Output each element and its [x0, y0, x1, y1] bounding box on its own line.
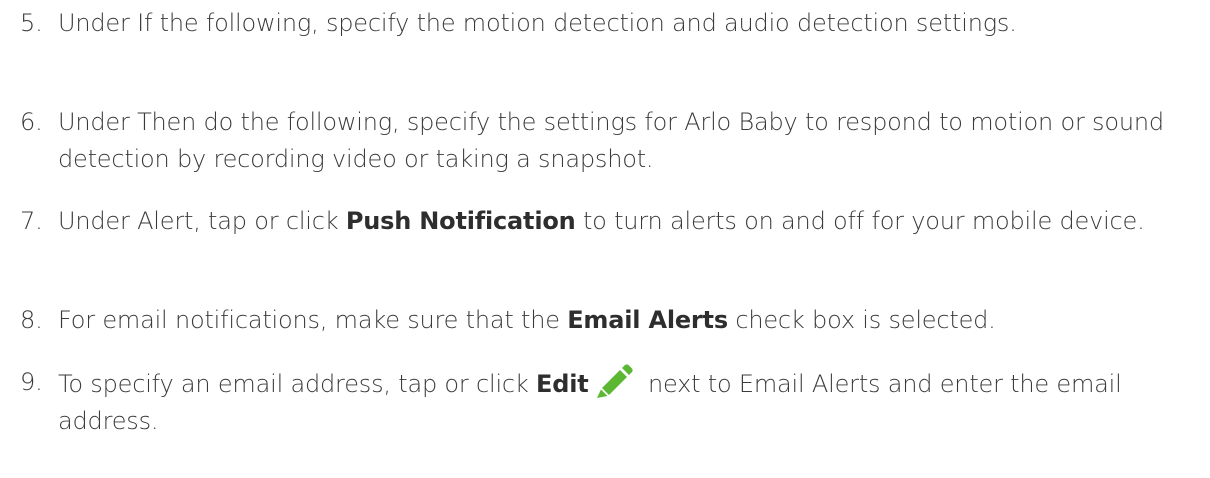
- pencil-icon: [593, 364, 635, 398]
- step-text: Under Alert, tap or click Push Notificat…: [58, 203, 1200, 240]
- step-number: 7.: [20, 207, 43, 235]
- step-text: To specify an email address, tap or clic…: [58, 364, 1200, 440]
- list-item: 9. To specify an email address, tap or c…: [20, 364, 1200, 440]
- step-text: Under If the following, specify the moti…: [58, 9, 1017, 37]
- step-text-before: To specify an email address, tap or clic…: [58, 370, 537, 398]
- step-text-after: to turn alerts on and off for your mobil…: [575, 207, 1145, 235]
- step-text-before: Under Alert, tap or click: [58, 207, 346, 235]
- list-item: 6. Under Then do the following, specify …: [20, 104, 1200, 178]
- list-item: 8. For email notifications, make sure th…: [20, 302, 1200, 339]
- instruction-list: 5. Under If the following, specify the m…: [0, 0, 1210, 478]
- list-item: 7. Under Alert, tap or click Push Notifi…: [20, 203, 1200, 240]
- edit-term: Edit: [536, 370, 589, 398]
- push-notification-term: Push Notification: [345, 207, 576, 235]
- step-text-after: check box is selected.: [727, 306, 996, 334]
- step-text: Under Then do the following, specify the…: [58, 108, 1164, 173]
- step-text: For email notifications, make sure that …: [58, 302, 1200, 339]
- email-alerts-term: Email Alerts: [567, 306, 728, 334]
- step-number: 9.: [20, 368, 43, 396]
- step-text-before: For email notifications, make sure that …: [58, 306, 568, 334]
- step-number: 8.: [20, 306, 43, 334]
- list-item: 5. Under If the following, specify the m…: [20, 5, 1200, 42]
- step-number: 5.: [20, 9, 43, 37]
- step-number: 6.: [20, 108, 43, 136]
